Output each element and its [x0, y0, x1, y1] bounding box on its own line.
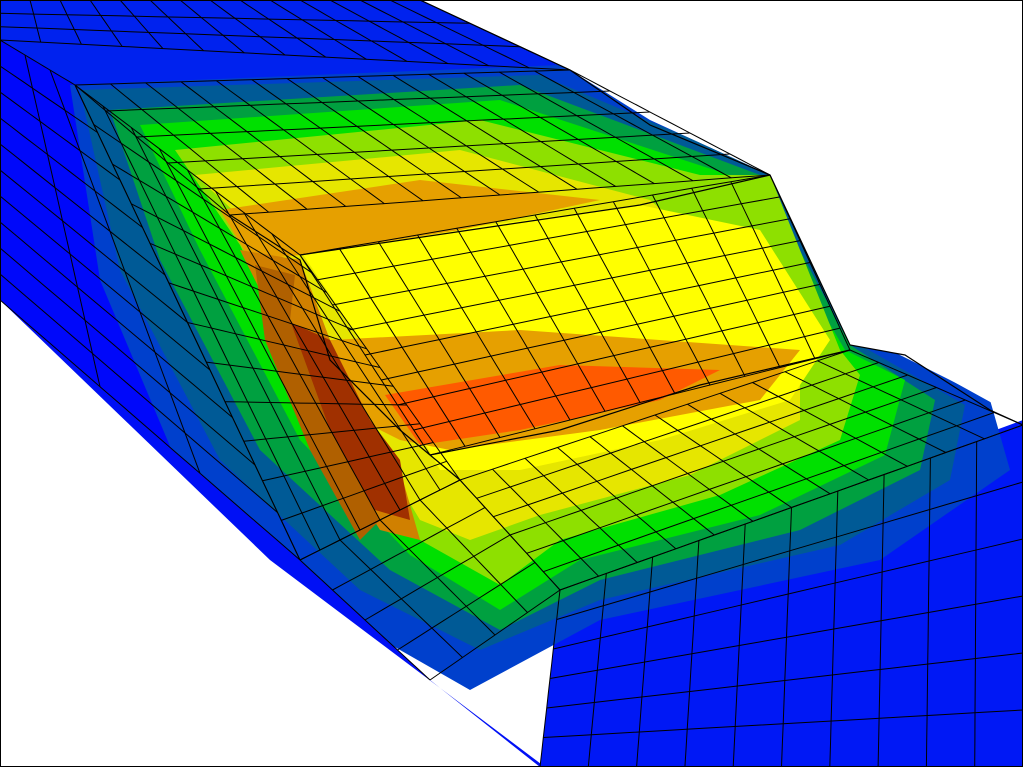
fe-viewport[interactable] — [0, 0, 1023, 767]
fe-model-render — [0, 0, 1023, 767]
